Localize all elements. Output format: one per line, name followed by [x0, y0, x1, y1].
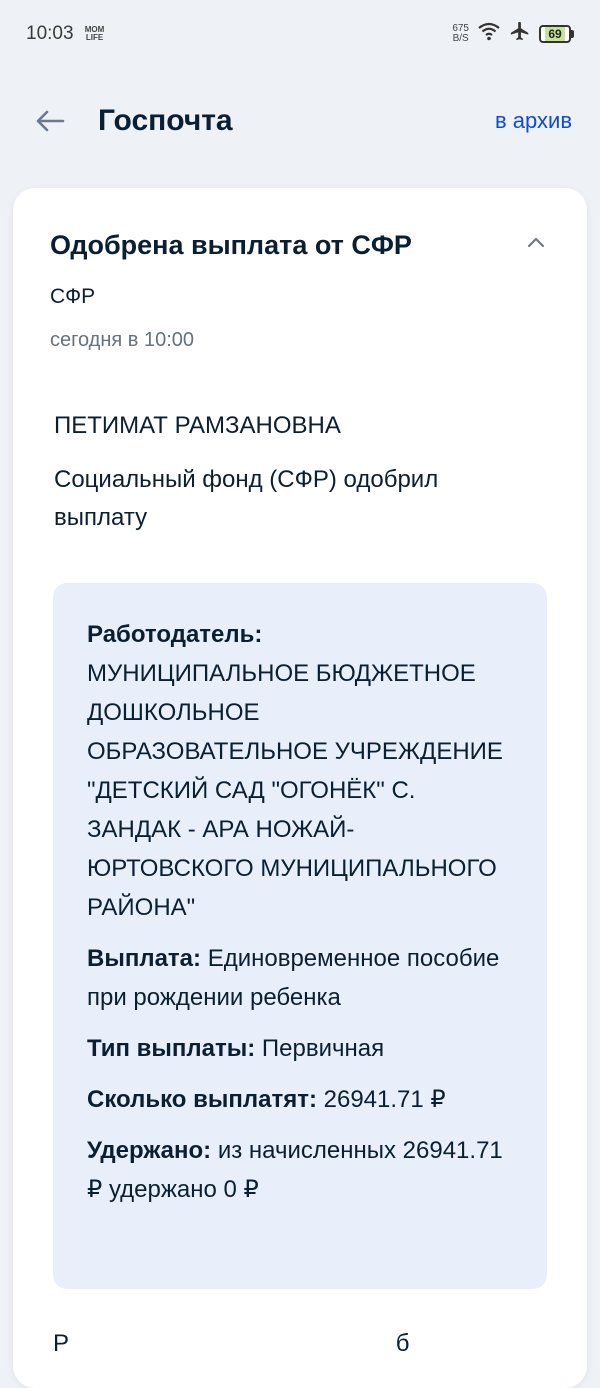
- momlife-app-icon: MOM LIFE: [84, 25, 105, 42]
- back-button[interactable]: [30, 101, 70, 141]
- top-app-bar: Госпочта в архив: [0, 88, 600, 154]
- amount-label: Сколько выплатят:: [87, 1086, 317, 1113]
- arrow-left-icon: [36, 110, 65, 132]
- message-title: Одобрена выплата от СФР: [50, 230, 412, 260]
- status-right: 675 B/S 69: [452, 20, 574, 48]
- page-title: Госпочта: [98, 104, 233, 137]
- network-speed: 675 B/S: [452, 24, 469, 44]
- message-intro: Социальный фонд (СФР) одобрил выплату: [54, 466, 439, 531]
- message-datetime: сегодня в 10:00: [50, 329, 194, 351]
- battery-icon: 69: [539, 25, 574, 43]
- withheld-row: Удержано: из начисленных 26941.71 ₽ удер…: [87, 1131, 507, 1209]
- employer-label: Работодатель:: [87, 621, 263, 648]
- amount-value: 26941.71 ₽: [323, 1086, 446, 1113]
- payment-details-panel: Работодатель: МУНИЦИПАЛЬНОЕ БЮДЖЕТНОЕ ДО…: [53, 583, 547, 1289]
- withheld-label: Удержано:: [87, 1137, 212, 1164]
- message-footer-text: Р б: [53, 1330, 410, 1357]
- employer-value: МУНИЦИПАЛЬНОЕ БЮДЖЕТНОЕ ДОШКОЛЬНОЕ ОБРАЗ…: [87, 660, 503, 921]
- employer-row: Работодатель: МУНИЦИПАЛЬНОЕ БЮДЖЕТНОЕ ДО…: [87, 615, 507, 927]
- payment-row: Выплата: Единовременное пособие при рожд…: [87, 939, 507, 1017]
- payment-type-value: Первичная: [261, 1035, 385, 1062]
- airplane-mode-icon: [509, 20, 531, 48]
- status-time: 10:03: [26, 23, 74, 44]
- payment-type-label: Тип выплаты:: [87, 1035, 256, 1062]
- message-card: Одобрена выплата от СФР СФР сегодня в 10…: [13, 188, 587, 1388]
- chevron-up-icon[interactable]: [525, 232, 547, 254]
- battery-level: 69: [545, 27, 565, 41]
- status-bar: 10:03 MOM LIFE 675 B/S 69: [0, 0, 600, 68]
- status-left: 10:03 MOM LIFE: [26, 23, 106, 45]
- payment-details-content: Работодатель: МУНИЦИПАЛЬНОЕ БЮДЖЕТНОЕ ДО…: [87, 615, 507, 1221]
- payment-type-row: Тип выплаты: Первичная: [87, 1029, 507, 1068]
- amount-row: Сколько выплатят: 26941.71 ₽: [87, 1080, 507, 1119]
- message-recipient: ПЕТИМАТ РАМЗАНОВНА: [54, 412, 341, 439]
- wifi-icon: [477, 21, 501, 47]
- payment-label: Выплата:: [87, 945, 202, 972]
- network-speed-unit: B/S: [452, 33, 469, 44]
- message-sender: СФР: [50, 285, 96, 308]
- archive-button[interactable]: в архив: [495, 108, 572, 134]
